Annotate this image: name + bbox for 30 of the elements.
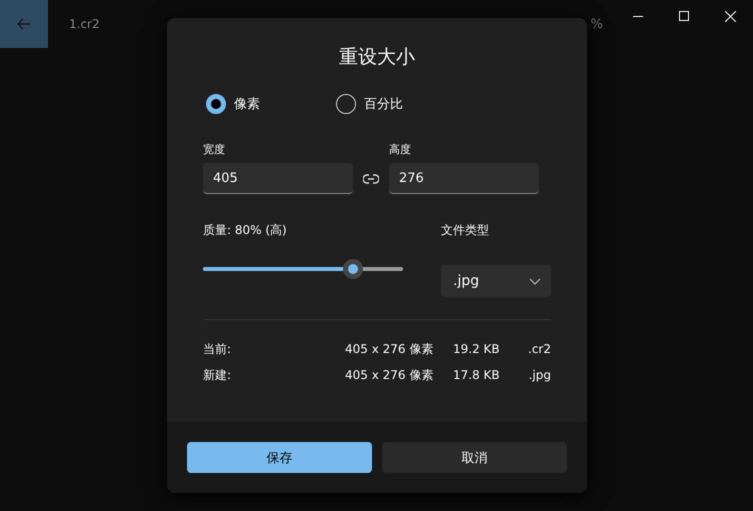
file-size-text: 19.2 KB	[453, 342, 501, 356]
extension-text: .jpg	[528, 368, 551, 382]
radio-label: 百分比	[364, 96, 403, 113]
info-label: 新建:	[203, 366, 232, 384]
chevron-down-icon	[529, 278, 541, 284]
height-label: 高度	[389, 142, 412, 157]
save-button[interactable]: 保存	[187, 442, 372, 473]
extension-text: .cr2	[527, 342, 551, 356]
cancel-button[interactable]: 取消	[382, 442, 567, 473]
close-icon	[724, 10, 736, 22]
info-label: 当前:	[203, 340, 232, 358]
width-label: 宽度	[203, 142, 226, 157]
radio-label: 像素	[234, 96, 260, 113]
radio-button[interactable]	[336, 94, 356, 114]
zoom-level: %	[590, 16, 603, 32]
quality-slider[interactable]	[203, 259, 403, 279]
maximize-icon	[679, 11, 689, 21]
file-type-label: 文件类型	[441, 222, 490, 239]
width-field[interactable]: 405	[203, 163, 353, 194]
radio-button[interactable]	[206, 94, 226, 114]
link-icon[interactable]	[363, 174, 379, 184]
quality-label: 质量: 80% (高)	[203, 222, 288, 239]
file-size-text: 17.8 KB	[453, 368, 501, 382]
height-field[interactable]: 276	[389, 163, 539, 194]
file-type-dropdown[interactable]: .jpg	[441, 265, 551, 297]
dimensions-text: 405 x 276 像素	[345, 340, 434, 358]
dialog-title: 重设大小	[338, 45, 416, 70]
file-name: 1.cr2	[69, 17, 100, 31]
back-arrow-icon	[17, 18, 31, 30]
dimensions-text: 405 x 276 像素	[345, 366, 434, 384]
